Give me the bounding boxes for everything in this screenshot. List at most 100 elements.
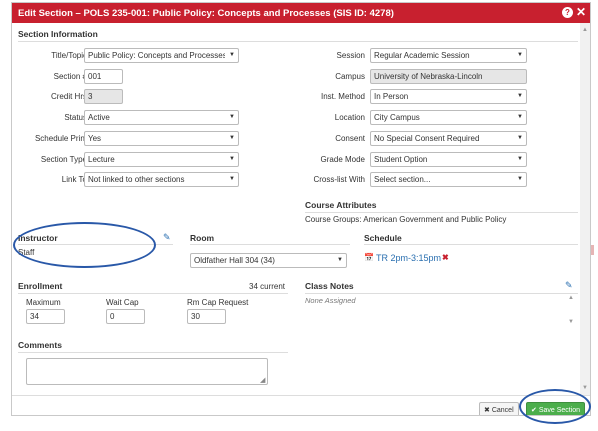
maximum-label: Maximum [26, 298, 61, 307]
room-divider [190, 244, 350, 245]
right-label-4: Consent [335, 133, 365, 143]
dialog-title: Edit Section – POLS 235-001: Public Poli… [18, 8, 394, 19]
remove-schedule-icon[interactable]: ✖ [442, 253, 449, 262]
enrollment-heading: Enrollment [18, 281, 63, 291]
right-field-1[interactable]: University of Nebraska-Lincoln [370, 68, 527, 84]
resize-grip-icon[interactable]: ◢ [260, 376, 265, 384]
left-field-value-5: Lecture [88, 154, 115, 164]
question-circle-icon[interactable]: ? [562, 7, 573, 18]
chevron-down-icon: ▼ [517, 52, 523, 58]
calendar-icon: 📅 [364, 253, 374, 262]
left-field-0[interactable]: Public Policy: Concepts and Processes (D… [84, 48, 239, 63]
wait-cap-label: Wait Cap [106, 298, 139, 307]
chevron-down-icon: ▼ [517, 134, 523, 141]
dialog-title-bar: Edit Section – POLS 235-001: Public Poli… [12, 3, 590, 23]
right-field-0[interactable]: Regular Academic Session ▼ [370, 48, 527, 63]
schedule-divider [364, 244, 578, 245]
schedule-link[interactable]: TR 2pm-3:15pm [376, 253, 441, 263]
left-label-5: Section Type [40, 154, 87, 164]
left-label-6: Link To [61, 175, 87, 185]
comments-heading: Comments [18, 340, 62, 350]
left-field-value-4: Yes [88, 133, 102, 143]
scroll-down-icon[interactable]: ▼ [582, 385, 588, 391]
left-label-2: Credit Hrs [50, 92, 87, 102]
left-field-6[interactable]: Not linked to other sections ▼ [84, 172, 239, 188]
right-field-value-3: City Campus [374, 113, 420, 123]
chevron-down-icon: ▼ [229, 176, 235, 183]
right-label-6: Cross-list With [313, 175, 365, 185]
left-label-3: Status [64, 113, 87, 123]
left-field-2[interactable]: 3 [84, 89, 123, 105]
right-field-value-2: In Person [374, 92, 409, 102]
chevron-down-icon: ▼ [517, 176, 523, 183]
right-label-3: Location [334, 113, 365, 123]
right-field-4[interactable]: No Special Consent Required ▼ [370, 130, 527, 146]
left-field-3[interactable]: Active ▼ [84, 110, 239, 126]
chevron-down-icon: ▼ [229, 52, 235, 58]
room-select[interactable]: Oldfather Hall 304 (34) ▼ [190, 253, 347, 268]
rm-cap-request-input[interactable]: 30 [187, 309, 226, 324]
dialog-footer: ✖ Cancel ✔ Save Section [12, 395, 590, 415]
left-field-1[interactable]: 001 [84, 68, 123, 84]
maximum-input[interactable]: 34 [26, 309, 65, 324]
right-field-value-6: Select section... [374, 175, 431, 185]
enrollment-divider [18, 293, 288, 294]
background-accent [591, 245, 594, 255]
right-label-2: Inst. Method [320, 92, 365, 102]
right-field-6[interactable]: Select section... ▼ [370, 172, 527, 188]
course-attributes-heading: Course Attributes [305, 200, 377, 210]
course-attributes-divider [305, 212, 578, 213]
wait-cap-input[interactable]: 0 [106, 309, 145, 324]
enrollment-current: 34 current [249, 282, 286, 291]
chevron-down-icon: ▼ [229, 155, 235, 162]
right-label-0: Session [336, 51, 365, 60]
left-field-value-2: 3 [88, 92, 93, 102]
close-small-icon: ✖ [484, 407, 490, 414]
right-field-2[interactable]: In Person ▼ [370, 89, 527, 105]
right-field-value-4: No Special Consent Required [374, 133, 480, 143]
left-field-value-1: 001 [88, 71, 102, 81]
instructor-highlight-oval [13, 222, 156, 268]
cancel-button[interactable]: ✖ Cancel [479, 402, 519, 415]
room-select-value: Oldfather Hall 304 (34) [194, 256, 275, 265]
chevron-down-icon: ▼ [229, 114, 235, 121]
section-information-divider [18, 41, 578, 42]
right-field-value-5: Student Option [374, 154, 428, 164]
edit-section-dialog: Edit Section – POLS 235-001: Public Poli… [11, 2, 591, 416]
left-label-0: Title/Topic [51, 51, 87, 60]
edit-class-notes-pencil-icon[interactable]: ✎ [565, 280, 573, 291]
comments-textarea[interactable] [26, 358, 268, 385]
section-information-heading: Section Information [18, 29, 98, 39]
right-label-1: Campus [335, 71, 365, 81]
left-label-4: Schedule Print [34, 133, 87, 143]
right-field-value-0: Regular Academic Session [374, 51, 470, 60]
class-notes-value: None Assigned [305, 296, 356, 305]
left-field-value-0: Public Policy: Concepts and Processes (D [88, 51, 225, 60]
chevron-down-icon: ▼ [337, 257, 343, 263]
left-label-1: Section # [53, 71, 87, 81]
rm-cap-request-label: Rm Cap Request [187, 298, 249, 307]
left-field-5[interactable]: Lecture ▼ [84, 151, 239, 167]
chevron-down-icon: ▼ [229, 134, 235, 141]
dialog-scrollbar[interactable]: ▲ ▼ [580, 23, 590, 395]
chevron-down-icon: ▼ [517, 93, 523, 100]
room-heading: Room [190, 233, 215, 243]
right-field-5[interactable]: Student Option ▼ [370, 151, 527, 167]
course-groups-text: Course Groups: American Government and P… [305, 215, 507, 224]
edit-instructor-pencil-icon[interactable]: ✎ [163, 232, 171, 243]
comments-divider [18, 352, 288, 353]
cancel-button-label: Cancel [491, 407, 514, 414]
left-field-4[interactable]: Yes ▼ [84, 130, 239, 146]
class-notes-divider [305, 293, 578, 294]
class-notes-heading: Class Notes [305, 281, 354, 291]
schedule-heading: Schedule [364, 233, 402, 243]
scroll-up-icon[interactable]: ▲ [582, 27, 588, 33]
chevron-down-icon: ▼ [517, 155, 523, 162]
right-field-3[interactable]: City Campus ▼ [370, 110, 527, 126]
left-field-value-3: Active [88, 113, 110, 123]
right-label-5: Grade Mode [320, 154, 365, 164]
close-icon[interactable]: ✕ [576, 5, 586, 19]
notes-scroll-up-icon[interactable]: ▲ [568, 295, 574, 301]
notes-scroll-down-icon[interactable]: ▼ [568, 319, 574, 325]
left-field-value-6: Not linked to other sections [88, 175, 185, 185]
